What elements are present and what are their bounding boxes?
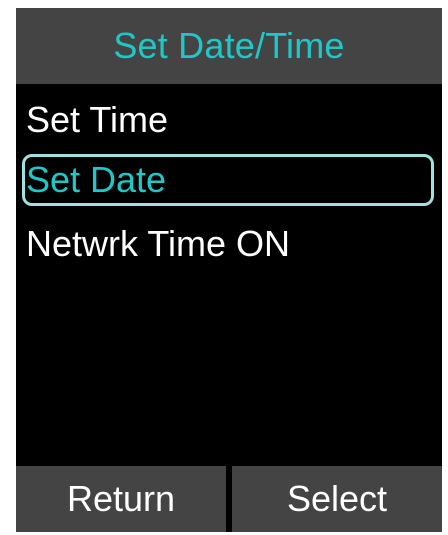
menu-item-label: Netwrk Time ON [26,223,291,264]
menu-item-label: Set Date [26,159,167,200]
return-button[interactable]: Return [16,466,226,532]
menu-item-network-time[interactable]: Netwrk Time ON [22,218,434,270]
softkey-bar: Return Select [16,466,442,532]
page-title: Set Date/Time [113,25,345,66]
menu-item-set-time[interactable]: Set Time [22,94,434,146]
title-bar: Set Date/Time [16,8,442,84]
select-button[interactable]: Select [232,466,442,532]
menu-item-set-date[interactable]: Set Date [22,154,434,206]
menu-item-label: Set Time [26,99,169,140]
phone-screen: Set Date/Time Set Time Set Date Netwrk T… [16,8,442,532]
